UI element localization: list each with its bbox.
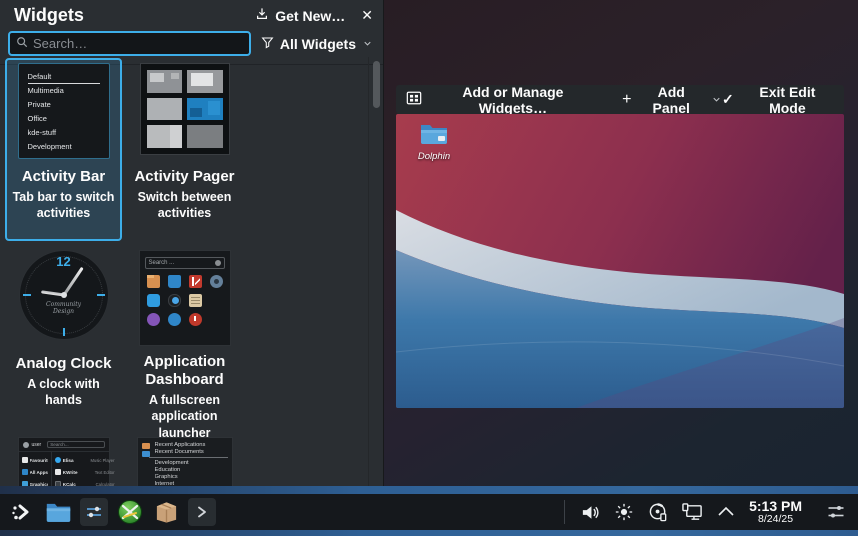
application-dashboard-preview: Search ... xyxy=(139,250,231,346)
power-icon xyxy=(189,313,202,326)
widget-explorer-panel: Widgets Get New… ✕ All Widgets xyxy=(0,0,384,492)
application-launcher-preview: user Search... Favourites All Apps Graph… xyxy=(18,437,110,492)
green-utility-app-icon[interactable] xyxy=(116,498,144,526)
add-or-manage-widgets-button[interactable]: Add or Manage Widgets… xyxy=(406,84,597,116)
app-icon xyxy=(168,275,181,288)
desktop-preview[interactable]: Dolphin xyxy=(396,114,844,408)
widget-title: Activity Bar xyxy=(22,168,105,186)
exit-edit-mode-button[interactable]: ✓ Exit Edit Mode xyxy=(722,84,834,116)
page-title: Widgets xyxy=(14,5,255,26)
display-configuration-icon[interactable] xyxy=(679,499,705,525)
widget-description: A clock with hands xyxy=(8,376,119,409)
plus-icon: + xyxy=(622,91,631,109)
preview-tab: Development xyxy=(28,140,100,154)
widget-title: Activity Pager xyxy=(134,168,234,186)
activity-bar-preview: Default Multimedia Private Office kde-st… xyxy=(18,63,110,161)
clock-brand-text: Community Design xyxy=(20,301,108,315)
chevron-down-icon xyxy=(362,36,373,52)
clear-icon xyxy=(215,260,221,266)
preview-tab: Default xyxy=(28,70,100,84)
taskbar: 5:13 PM 8/24/25 xyxy=(0,494,858,530)
close-icon[interactable]: ✕ xyxy=(361,7,373,24)
panel-configure-icon[interactable] xyxy=(822,498,850,526)
digital-clock[interactable]: 5:13 PM 8/24/25 xyxy=(749,499,802,526)
widgets-grid-icon xyxy=(406,90,422,109)
desktop-edit-backdrop: Add or Manage Widgets… + Add Panel ✓ Exi… xyxy=(384,0,858,492)
volume-icon[interactable] xyxy=(577,499,603,525)
widget-title: Application Dashboard xyxy=(129,353,240,389)
brightness-icon[interactable] xyxy=(611,499,637,525)
tray-separator xyxy=(564,500,565,524)
widget-card-activity-bar[interactable]: Default Multimedia Private Office kde-st… xyxy=(5,58,122,241)
avatar xyxy=(23,442,29,448)
widget-card-grid: Default Multimedia Private Office kde-st… xyxy=(5,58,363,492)
widget-panel-header: Widgets Get New… ✕ xyxy=(0,0,383,29)
filter-label: All Widgets xyxy=(280,36,356,52)
widget-description: Tab bar to switch activities xyxy=(8,189,119,222)
manage-widgets-label: Add or Manage Widgets… xyxy=(429,84,597,116)
add-panel-button[interactable]: + Add Panel xyxy=(622,84,722,116)
clock-date: 8/24/25 xyxy=(749,514,802,526)
exit-edit-mode-label: Exit Edit Mode xyxy=(741,84,834,116)
filter-dropdown[interactable]: All Widgets xyxy=(261,36,373,52)
analog-clock-preview: 12 Community Design xyxy=(19,250,109,348)
download-icon xyxy=(255,7,269,24)
dolphin-folder-icon xyxy=(419,121,449,145)
folder-icon xyxy=(142,451,150,457)
widget-list-scrollbar[interactable] xyxy=(368,57,383,492)
get-new-widgets-button[interactable]: Get New… xyxy=(255,7,345,24)
app-icon xyxy=(168,313,181,326)
widget-title: Analog Clock xyxy=(16,355,112,373)
widget-search-field[interactable] xyxy=(33,36,243,51)
chat-icon xyxy=(147,294,160,307)
preview-tab: kde-stuff xyxy=(28,126,100,140)
preview-search-placeholder: Search... xyxy=(47,441,104,448)
desktop-icon-dolphin[interactable]: Dolphin xyxy=(408,121,460,162)
chevron-down-icon xyxy=(711,92,722,108)
dolphin-file-manager-icon[interactable] xyxy=(44,498,72,526)
widget-card-application-dashboard[interactable]: Search ... xyxy=(126,245,243,423)
kde-plasma-edit-mode-screen: Widgets Get New… ✕ All Widgets xyxy=(0,0,858,536)
widget-card-application-menu[interactable]: Recent Applications Recent Documents Dev… xyxy=(126,432,243,492)
desktop-icon-label: Dolphin xyxy=(408,151,460,162)
get-new-label: Get New… xyxy=(275,8,345,24)
preview-search-placeholder: Search ... xyxy=(149,260,175,266)
widget-card-activity-pager[interactable]: Activity Pager Switch between activities xyxy=(126,58,243,241)
folder-icon xyxy=(142,443,150,449)
preview-tab: Office xyxy=(28,112,100,126)
edit-mode-toolbar: Add or Manage Widgets… + Add Panel ✓ Exi… xyxy=(396,85,844,114)
app-icon xyxy=(147,313,160,326)
preview-tab: Private xyxy=(28,98,100,112)
konsole-terminal-icon[interactable] xyxy=(188,498,216,526)
chevron-up-expand-tray-icon[interactable] xyxy=(713,499,739,525)
toggle-icon xyxy=(168,294,181,307)
widget-card-analog-clock[interactable]: 12 Community Design Analog Clock A clock… xyxy=(5,245,122,428)
application-launcher-icon[interactable] xyxy=(8,498,36,526)
activity-pager-preview xyxy=(140,63,230,161)
wallpaper xyxy=(396,114,844,408)
funnel-icon xyxy=(261,36,274,52)
gear-icon xyxy=(210,275,223,288)
check-icon: ✓ xyxy=(722,91,734,108)
preview-user-label: user xyxy=(32,442,42,448)
application-menu-preview: Recent Applications Recent Documents Dev… xyxy=(137,437,233,492)
search-input[interactable] xyxy=(8,31,251,56)
widget-card-application-launcher[interactable]: user Search... Favourites All Apps Graph… xyxy=(5,432,122,492)
disc-and-devices-icon[interactable] xyxy=(645,499,671,525)
scrollbar-thumb[interactable] xyxy=(373,61,380,108)
clock-time: 5:13 PM xyxy=(749,499,802,514)
app-icon xyxy=(189,275,202,288)
note-icon xyxy=(189,294,202,307)
taskbar-region: 5:13 PM 8/24/25 xyxy=(0,486,858,536)
add-panel-label: Add Panel xyxy=(638,84,704,116)
folder-icon xyxy=(147,275,160,288)
package-box-app-icon[interactable] xyxy=(152,498,180,526)
widget-description: Switch between activities xyxy=(129,189,240,222)
system-settings-icon[interactable] xyxy=(80,498,108,526)
clock-numeral: 12 xyxy=(56,254,70,269)
search-icon xyxy=(16,35,28,53)
preview-tab: Multimedia xyxy=(28,84,100,98)
